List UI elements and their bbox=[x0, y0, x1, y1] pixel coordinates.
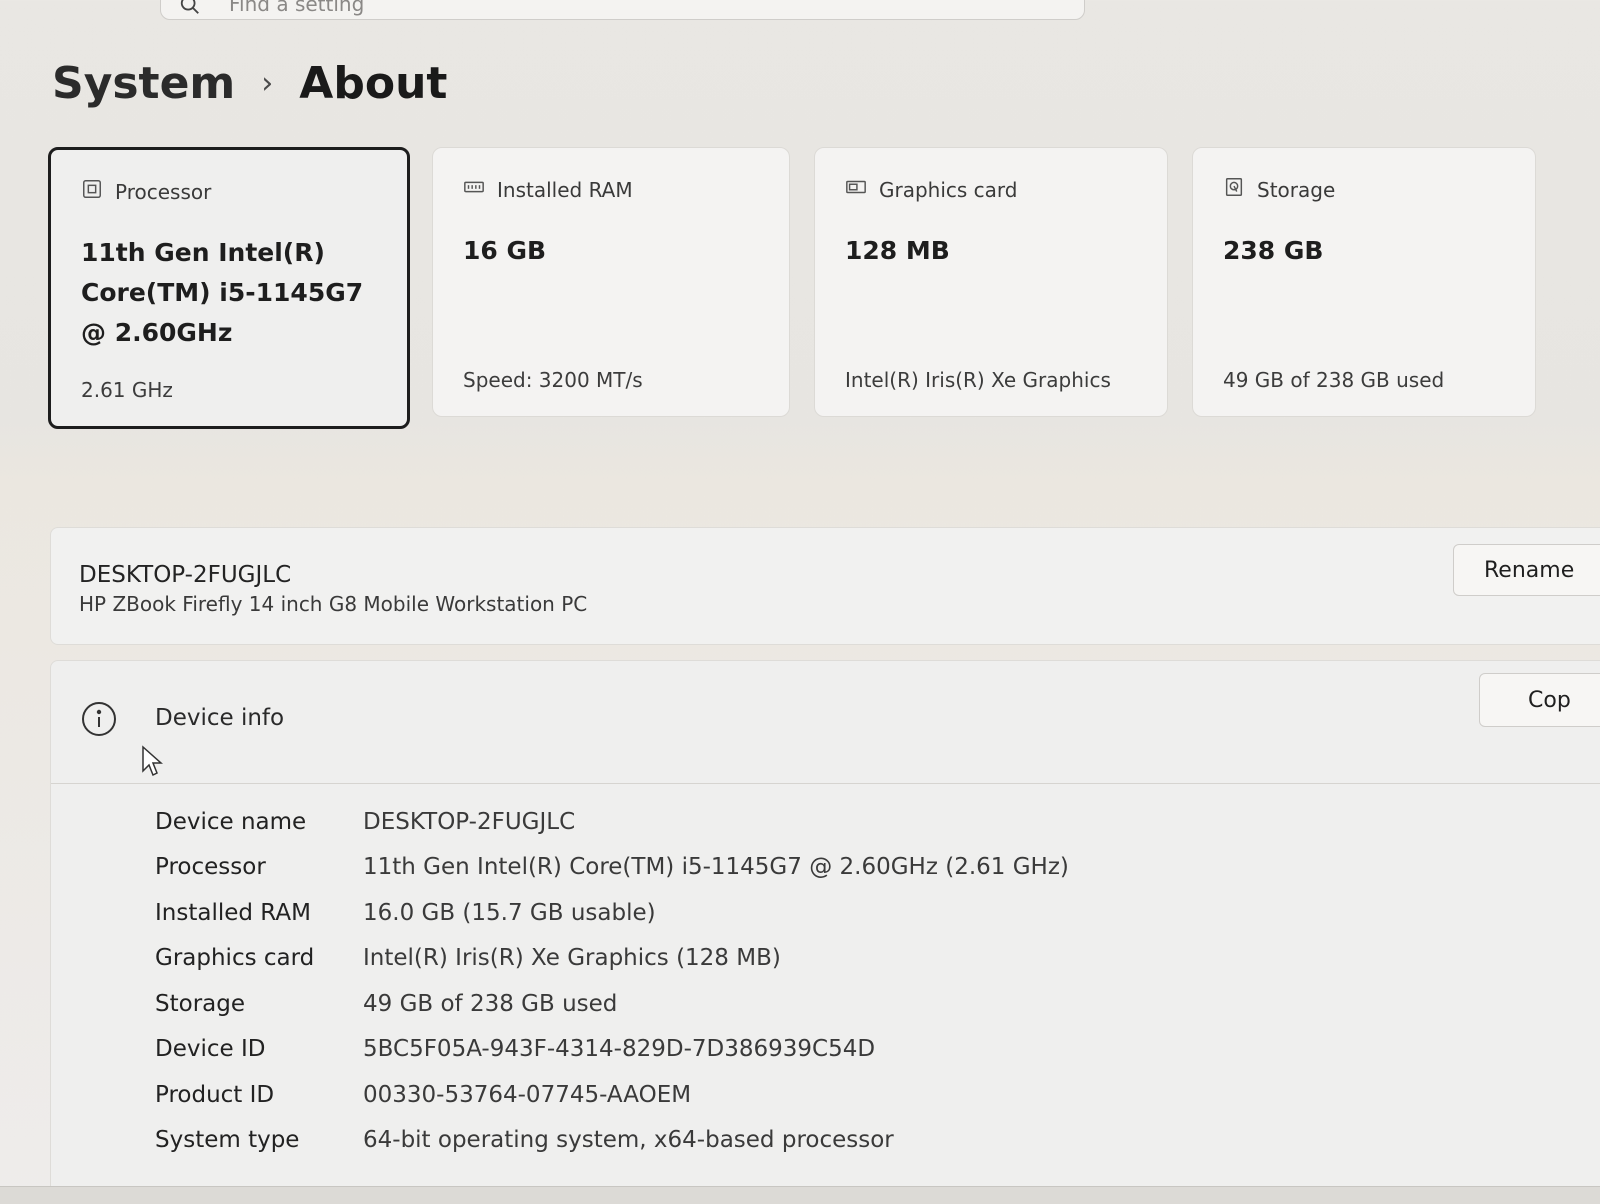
spec-value: 16.0 GB (15.7 GB usable) bbox=[363, 899, 656, 926]
spec-value: Intel(R) Iris(R) Xe Graphics (128 MB) bbox=[363, 945, 781, 972]
device-info-header[interactable]: Device info Cop bbox=[51, 661, 1600, 784]
page-title: About bbox=[299, 58, 448, 109]
spec-value: 64-bit operating system, x64-based proce… bbox=[363, 1127, 894, 1154]
ram-card[interactable]: Installed RAM 16 GB Speed: 3200 MT/s bbox=[432, 147, 790, 417]
spec-row-storage: Storage 49 GB of 238 GB used bbox=[155, 981, 1255, 1027]
spec-value: DESKTOP-2FUGJLC bbox=[363, 808, 576, 835]
spec-row-system-type: System type 64-bit operating system, x64… bbox=[155, 1118, 1255, 1164]
device-info-title: Device info bbox=[155, 705, 285, 731]
ram-card-value: 16 GB bbox=[463, 236, 547, 265]
processor-card-label: Processor bbox=[115, 179, 212, 204]
breadcrumb: System › About bbox=[52, 58, 447, 109]
spec-row-device-name: Device name DESKTOP-2FUGJLC bbox=[155, 799, 1255, 845]
storage-card[interactable]: Storage 238 GB 49 GB of 238 GB used bbox=[1192, 147, 1536, 417]
chevron-right-icon: › bbox=[261, 66, 274, 101]
spec-cards: Processor 11th Gen Intel(R) Core(TM) i5-… bbox=[48, 147, 1568, 437]
info-icon bbox=[81, 701, 117, 737]
graphics-card-icon bbox=[845, 176, 867, 203]
taskbar bbox=[0, 1186, 1600, 1204]
spec-label: Device name bbox=[155, 808, 307, 835]
device-name-row: DESKTOP-2FUGJLC HP ZBook Firefly 14 inch… bbox=[50, 527, 1600, 645]
device-info-panel: Device info Cop Device name DESKTOP-2FUG… bbox=[50, 660, 1600, 1204]
spec-label: Storage bbox=[155, 990, 245, 1017]
graphics-card-sub: Intel(R) Iris(R) Xe Graphics bbox=[845, 368, 1111, 392]
spec-label: Product ID bbox=[155, 1081, 275, 1108]
storage-card-label: Storage bbox=[1257, 177, 1336, 202]
spec-row-device-id: Device ID 5BC5F05A-943F-4314-829D-7D3869… bbox=[155, 1027, 1255, 1073]
copy-button[interactable]: Cop bbox=[1479, 673, 1600, 727]
spec-value: 5BC5F05A-943F-4314-829D-7D386939C54D bbox=[363, 1036, 876, 1063]
processor-card-sub: 2.61 GHz bbox=[81, 378, 173, 402]
processor-card-value: 11th Gen Intel(R) Core(TM) i5-1145G7 @ 2… bbox=[81, 238, 364, 347]
storage-card-value: 238 GB bbox=[1223, 236, 1324, 265]
device-name: DESKTOP-2FUGJLC bbox=[79, 562, 292, 588]
search-box[interactable]: Find a setting bbox=[160, 0, 1085, 20]
device-model: HP ZBook Firefly 14 inch G8 Mobile Works… bbox=[79, 592, 588, 616]
spec-value: 49 GB of 238 GB used bbox=[363, 990, 618, 1017]
device-spec-list: Device name DESKTOP-2FUGJLC Processor 11… bbox=[155, 799, 1255, 1163]
graphics-card-value: 128 MB bbox=[845, 236, 950, 265]
graphics-card[interactable]: Graphics card 128 MB Intel(R) Iris(R) Xe… bbox=[814, 147, 1168, 417]
spec-value: 00330-53764-07745-AAOEM bbox=[363, 1081, 692, 1108]
spec-label: Device ID bbox=[155, 1036, 266, 1063]
rename-button[interactable]: Rename bbox=[1453, 544, 1600, 596]
spec-row-graphics-card: Graphics card Intel(R) Iris(R) Xe Graphi… bbox=[155, 936, 1255, 982]
spec-row-processor: Processor 11th Gen Intel(R) Core(TM) i5-… bbox=[155, 845, 1255, 891]
spec-label: System type bbox=[155, 1127, 300, 1154]
ram-card-sub: Speed: 3200 MT/s bbox=[463, 368, 643, 392]
search-placeholder: Find a setting bbox=[229, 0, 365, 16]
processor-icon bbox=[81, 178, 103, 205]
spec-label: Installed RAM bbox=[155, 899, 311, 926]
search-icon bbox=[179, 0, 201, 16]
spec-row-product-id: Product ID 00330-53764-07745-AAOEM bbox=[155, 1072, 1255, 1118]
graphics-card-label: Graphics card bbox=[879, 177, 1018, 202]
processor-card[interactable]: Processor 11th Gen Intel(R) Core(TM) i5-… bbox=[48, 147, 410, 429]
spec-row-installed-ram: Installed RAM 16.0 GB (15.7 GB usable) bbox=[155, 890, 1255, 936]
storage-icon bbox=[1223, 176, 1245, 203]
storage-card-sub: 49 GB of 238 GB used bbox=[1223, 368, 1445, 392]
spec-label: Graphics card bbox=[155, 945, 315, 972]
mouse-cursor-icon bbox=[141, 745, 165, 779]
ram-icon bbox=[463, 176, 485, 203]
spec-value: 11th Gen Intel(R) Core(TM) i5-1145G7 @ 2… bbox=[363, 854, 1069, 881]
breadcrumb-system[interactable]: System bbox=[52, 58, 235, 109]
ram-card-label: Installed RAM bbox=[497, 177, 633, 202]
spec-label: Processor bbox=[155, 854, 266, 881]
